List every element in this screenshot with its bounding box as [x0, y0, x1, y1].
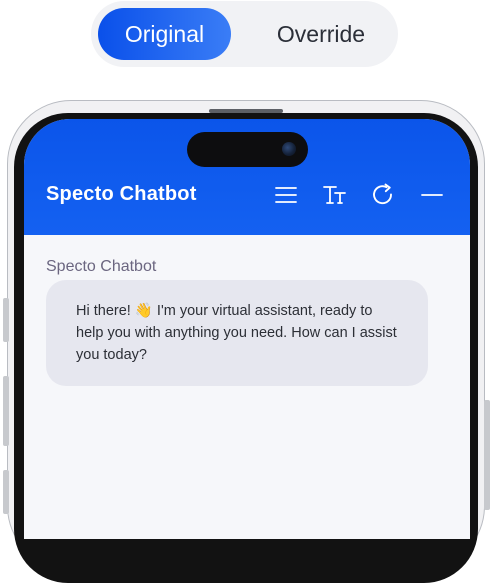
chat-title: Specto Chatbot: [46, 183, 197, 205]
phone-power-button: [484, 400, 490, 510]
camera-icon: [282, 142, 296, 156]
override-toggle-button[interactable]: Override: [251, 8, 391, 60]
dynamic-island: [187, 132, 308, 167]
menu-icon[interactable]: [273, 182, 299, 208]
minimize-icon[interactable]: [419, 182, 445, 208]
phone-screen: Specto Chatbot Specto Chatbot Hi there! …: [24, 119, 470, 539]
text-size-icon[interactable]: [322, 182, 348, 208]
phone-speaker-slit: [209, 109, 283, 113]
original-toggle-button[interactable]: Original: [98, 8, 231, 60]
refresh-icon[interactable]: [370, 182, 396, 208]
view-mode-toggle: Original Override: [91, 1, 398, 67]
message-sender-name: Specto Chatbot: [46, 258, 157, 275]
message-bubble: Hi there! 👋 I'm your virtual assistant, …: [46, 280, 428, 386]
phone-action-button: [3, 298, 9, 342]
phone-volume-up-button: [3, 376, 9, 446]
chat-header: Specto Chatbot: [24, 119, 470, 235]
phone-volume-down-button: [3, 470, 9, 514]
